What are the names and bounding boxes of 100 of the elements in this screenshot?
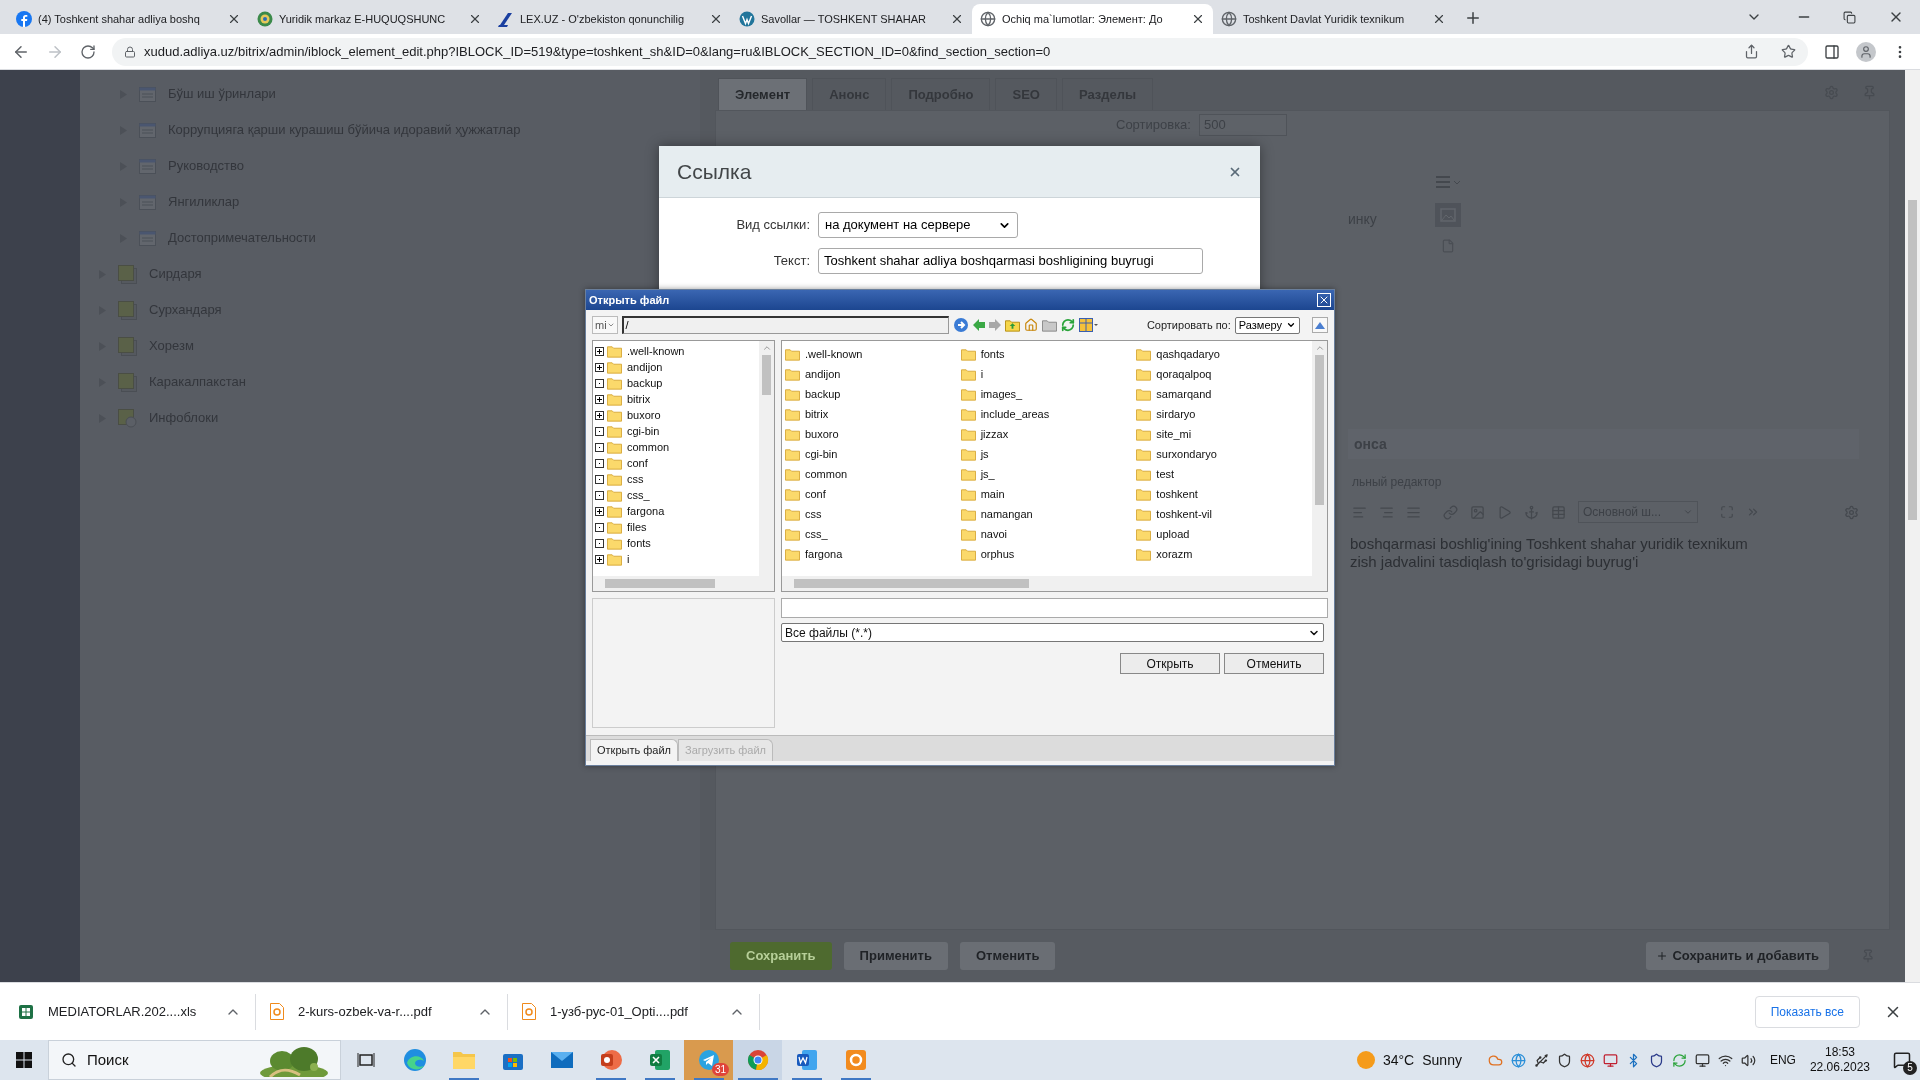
scroll-thumb[interactable] xyxy=(794,579,1029,588)
temperature[interactable]: 34°C xyxy=(1382,1049,1415,1071)
leaf-icon[interactable] xyxy=(595,458,604,468)
text-input[interactable]: Toshkent shahar adliya boshqarmasi boshligining buyrugi xyxy=(818,248,1203,274)
folder-name[interactable]: andijon xyxy=(805,365,841,383)
refresh-icon[interactable] xyxy=(1060,318,1075,332)
folder-name[interactable]: common xyxy=(627,438,670,456)
open-button[interactable]: Открыть xyxy=(1120,653,1220,674)
folder-name[interactable]: backup xyxy=(805,385,841,403)
save-button[interactable]: Сохранить xyxy=(730,942,832,970)
tray-icon[interactable] xyxy=(1487,1052,1503,1068)
folder-name[interactable]: orphus xyxy=(980,545,1015,563)
close-icon[interactable] xyxy=(227,12,241,26)
folder-name[interactable]: fargona xyxy=(627,502,665,520)
usb-icon[interactable] xyxy=(1533,1052,1549,1068)
search-box[interactable]: Поиск xyxy=(48,1040,341,1080)
folder-name[interactable]: namangan xyxy=(980,505,1033,523)
tray-icon[interactable] xyxy=(1579,1052,1595,1068)
restore-icon[interactable] xyxy=(1843,10,1856,24)
sort-select[interactable]: Размеру xyxy=(1234,316,1300,334)
folder-name[interactable]: cgi-bin xyxy=(805,445,838,463)
back-icon[interactable] xyxy=(972,319,985,331)
clock-time[interactable]: 18:53 xyxy=(1824,1045,1855,1060)
folder-name[interactable]: js_ xyxy=(980,465,995,483)
scrollbar[interactable] xyxy=(1905,70,1920,982)
folder-name[interactable]: fonts xyxy=(627,534,651,552)
home-icon[interactable] xyxy=(1023,318,1038,332)
folder-name[interactable]: cgi-bin xyxy=(627,422,660,440)
folder-name[interactable]: buxoro xyxy=(627,406,661,424)
taskbar-app[interactable] xyxy=(733,1040,782,1080)
go-icon[interactable] xyxy=(952,317,969,333)
collapse-button[interactable] xyxy=(1312,317,1328,333)
scrollbar[interactable] xyxy=(1312,341,1327,576)
weather-text[interactable]: Sunny xyxy=(1422,1049,1462,1071)
folder-name[interactable]: conf xyxy=(627,454,648,472)
expand-icon[interactable] xyxy=(595,394,604,404)
new-tab-icon[interactable] xyxy=(1464,9,1482,27)
download-name[interactable]: 2-kurs-ozbek-va-r....pdf xyxy=(298,1001,463,1022)
folder-name[interactable]: css xyxy=(805,505,822,523)
scrollbar[interactable] xyxy=(593,576,774,591)
folder-name[interactable]: js xyxy=(980,445,989,463)
tray-icon[interactable] xyxy=(1510,1052,1526,1068)
close-icon[interactable] xyxy=(468,12,482,26)
folder-name[interactable]: .well-known xyxy=(805,345,863,363)
view-icon[interactable] xyxy=(1078,318,1098,332)
expand-icon[interactable] xyxy=(595,362,604,372)
folder-name[interactable]: bitrix xyxy=(805,405,829,423)
folder-name[interactable]: backup xyxy=(627,374,663,392)
folder-name[interactable]: files xyxy=(627,518,647,536)
close-icon[interactable] xyxy=(950,12,964,26)
folder-name[interactable]: site_mi xyxy=(1156,425,1192,443)
folder-name[interactable]: buxoro xyxy=(805,425,839,443)
browser-tab[interactable]: LEX.UZ - O'zbekiston qonunchilig xyxy=(490,4,731,34)
download-name[interactable]: MEDIATORLAR.202....xls xyxy=(48,1001,211,1022)
close-button[interactable] xyxy=(1317,293,1331,307)
folder-name[interactable]: css xyxy=(627,470,644,488)
scrollbar[interactable] xyxy=(782,576,1327,591)
side-panel-icon[interactable] xyxy=(1824,43,1840,60)
folder-name[interactable]: images_ xyxy=(980,385,1023,403)
folder-name[interactable]: navoi xyxy=(980,525,1007,543)
shield-icon[interactable] xyxy=(1556,1052,1572,1068)
profile-avatar[interactable] xyxy=(1856,41,1876,62)
expand-icon[interactable] xyxy=(595,506,604,516)
expand-icon[interactable] xyxy=(595,554,604,564)
display-icon[interactable] xyxy=(1694,1052,1710,1068)
folder-name[interactable]: .well-known xyxy=(627,342,685,360)
clock-date[interactable]: 22.06.2023 xyxy=(1809,1060,1870,1075)
tray-icon[interactable] xyxy=(1602,1052,1618,1068)
folder-name[interactable]: toshkent-vil xyxy=(1156,505,1212,523)
leaf-icon[interactable] xyxy=(595,538,604,548)
folder-name[interactable]: samarqand xyxy=(1156,385,1212,403)
sync-icon[interactable] xyxy=(1671,1052,1687,1068)
expand-icon[interactable] xyxy=(595,346,604,356)
cancel-button[interactable]: Отменить xyxy=(1224,653,1324,674)
folder-name[interactable]: upload xyxy=(1156,525,1190,543)
taskbar-app[interactable]: 31 xyxy=(684,1040,733,1080)
folder-name[interactable]: conf xyxy=(805,485,826,503)
folder-up-icon[interactable] xyxy=(1004,318,1020,332)
close-icon[interactable] xyxy=(1432,12,1446,26)
download-name[interactable]: 1-узб-рус-01_Opti....pdf xyxy=(550,1001,715,1022)
address-bar[interactable]: xudud.adliya.uz/bitrix/admin/iblock_element_edit.php?IBLOCK_ID=519&type=toshkent_sh&ID=0&lang=ru&IBLOCK_SECTION_ID=0&find_section_section=0 xyxy=(112,37,1808,66)
browser-tab[interactable]: (4) Toshkent shahar adliya boshq xyxy=(8,4,249,34)
folder-name[interactable]: bitrix xyxy=(627,390,651,408)
close-icon[interactable] xyxy=(709,12,723,26)
language-indicator[interactable]: ENG xyxy=(1769,1051,1796,1069)
folder-name[interactable]: qashqadaryo xyxy=(1156,345,1220,363)
folder-name[interactable]: qoraqalpoq xyxy=(1156,365,1212,383)
notification-button[interactable]: 5 xyxy=(1884,1040,1920,1080)
leaf-icon[interactable] xyxy=(595,378,604,388)
folder-name[interactable]: include_areas xyxy=(980,405,1050,423)
leaf-icon[interactable] xyxy=(595,474,604,484)
folder-name[interactable]: test xyxy=(1156,465,1175,483)
leaf-icon[interactable] xyxy=(595,426,604,436)
show-all-button[interactable]: Показать все xyxy=(1754,995,1860,1028)
volume-icon[interactable] xyxy=(1740,1052,1756,1068)
reload-icon[interactable] xyxy=(80,43,96,60)
bookmark-icon[interactable] xyxy=(1781,44,1796,59)
folder-name[interactable]: toshkent xyxy=(1156,485,1198,503)
browser-tab[interactable]: Ochiq ma`lumotlar: Элемент: До xyxy=(972,4,1213,34)
leaf-icon[interactable] xyxy=(595,442,604,452)
